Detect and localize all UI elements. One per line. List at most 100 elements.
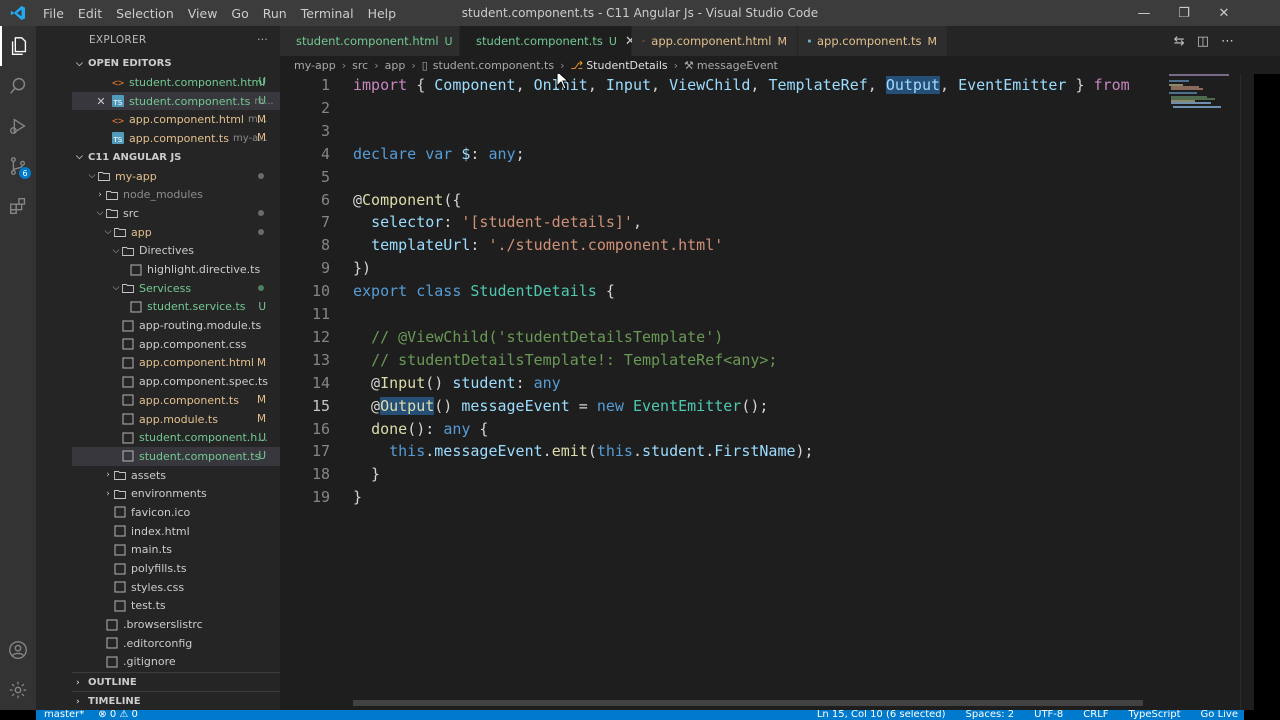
code-editor[interactable]: 1 import { Component, OnInit, Input, View… [280,74,1165,710]
breadcrumb-item[interactable]: messageEvent [697,59,778,72]
menu-edit[interactable]: Edit [71,6,109,21]
tree-file[interactable]: app.module.ts M [72,410,280,429]
tree-file[interactable]: app.component.css [72,335,280,354]
manage-gear-icon[interactable] [0,670,36,710]
open-editor-item[interactable]: TS app.component.ts my-a... M [72,129,280,148]
breadcrumb-item[interactable]: app [385,59,406,72]
tree-file[interactable]: styles.css [72,578,280,597]
chevron-down-icon: ⌵ [104,227,112,238]
minimize-icon[interactable]: — [1124,0,1164,26]
tree-file[interactable]: highlight.directive.ts [72,260,280,279]
tree-item-name: styles.css [131,580,185,594]
open-editor-item[interactable]: <> student.component.html U [72,73,280,92]
scroll-thumb[interactable] [353,700,1143,706]
tree-folder[interactable]: › assets [72,466,280,485]
menu-selection[interactable]: Selection [109,6,181,21]
tree-folder[interactable]: ⌵ src [72,204,280,223]
go-live-button[interactable]: Go Live [1201,710,1238,720]
tree-item-name: app.component.ts [139,393,239,407]
tree-folder[interactable]: ⌵ app [72,223,280,242]
menu-terminal[interactable]: Terminal [294,6,361,21]
timeline-section[interactable]: › TIMELINE [72,691,280,710]
chevron-down-icon: ⌵ [96,208,104,219]
tree-file[interactable]: app-routing.module.ts [72,316,280,335]
line-number: 13 [311,350,330,369]
horizontal-scrollbar[interactable] [353,700,1165,708]
tab-app-component-ts[interactable]: TS app.component.ts M [798,26,948,56]
tab-app-component-html[interactable]: <> app.component.html M [632,26,798,56]
more-actions-icon[interactable]: ⋯ [1221,34,1234,49]
split-editor-icon[interactable]: ◫ [1197,34,1209,49]
compare-changes-icon[interactable]: ⇆ [1174,34,1185,49]
run-debug-icon[interactable] [0,106,36,146]
git-status: M [256,132,266,145]
open-editors-header[interactable]: ⌵ OPEN EDITORS [72,54,280,73]
ts-file-icon [122,394,134,406]
close-window-icon[interactable]: ✕ [1204,0,1244,26]
tree-file[interactable]: main.ts [72,541,280,560]
outline-section[interactable]: › OUTLINE [72,672,280,692]
restore-icon[interactable]: ❐ [1164,0,1204,26]
open-editor-item[interactable]: ✕ TS student.component.ts m... U [72,91,280,111]
explorer-icon[interactable] [0,26,36,66]
tree-file[interactable]: favicon.ico [72,503,280,522]
tree-file[interactable]: index.html [72,522,280,541]
explorer-title: EXPLORER [89,34,147,46]
open-editor-item[interactable]: <> app.component.html m... M [72,110,280,129]
tree-file[interactable]: polyfills.ts [72,559,280,578]
tree-file[interactable]: app.component.html M [72,354,280,373]
encoding[interactable]: UTF-8 [1034,710,1063,720]
close-editor-icon[interactable]: ✕ [94,95,108,108]
tree-folder[interactable]: › environments [72,484,280,503]
search-icon[interactable] [0,66,36,106]
code-line: 5 [280,166,1165,189]
tree-file[interactable]: app.component.spec.ts [72,372,280,391]
menu-help[interactable]: Help [361,6,404,21]
cursor-position[interactable]: Ln 15, Col 10 (6 selected) [817,710,946,720]
branch-indicator[interactable]: master* [44,710,84,720]
menu-file[interactable]: File [36,6,71,21]
tree-folder[interactable]: ⌵ my-app [72,167,280,186]
breadcrumb-item[interactable]: src [352,59,368,72]
workspace-header[interactable]: ⌵ C11 ANGULAR JS [72,148,280,167]
minimap[interactable] [1165,74,1240,710]
editor-actions: ⇆ ◫ ⋯ [1174,26,1244,56]
modified-dot-icon [258,210,264,217]
tree-file[interactable]: test.ts [72,597,280,616]
vertical-scrollbar[interactable] [1240,74,1254,710]
tree-file[interactable]: .editorconfig [72,634,280,653]
problems-indicator[interactable]: ⊗ 0 ⚠ 0 [98,710,138,720]
breadcrumb-item[interactable]: student.component.ts [433,59,554,72]
tree-file[interactable]: student.component.ts U [72,447,280,466]
window-controls: — ❐ ✕ [1124,0,1244,26]
code-line: 11 [280,303,1165,326]
line-code: templateUrl: './student.component.html' [371,236,724,255]
code-line: 7 selector: '[student-details]', [280,211,1165,234]
source-control-icon[interactable]: 6 [0,146,36,186]
breadcrumb-item[interactable]: StudentDetails [586,59,667,72]
tab-student-component-html[interactable]: <> student.component.html U [280,26,460,56]
extensions-icon[interactable] [0,186,36,226]
tree-item-name: app-routing.module.ts [139,319,262,333]
tab-student-component-ts[interactable]: TS student.component.ts U ✕ [460,26,636,56]
ts-file-icon [122,376,134,388]
tree-file[interactable]: .gitignore [72,653,280,672]
menu-run[interactable]: Run [256,6,294,21]
tree-folder[interactable]: ⌵ Servicess [72,279,280,298]
tree-file[interactable]: student.component.h... U [72,428,280,447]
line-ending[interactable]: CRLF [1083,710,1108,720]
tree-file[interactable]: app.component.ts M [72,391,280,410]
indentation[interactable]: Spaces: 2 [966,710,1015,720]
breadcrumb-item[interactable]: my-app [294,59,336,72]
tree-file[interactable]: student.service.ts U [72,298,280,317]
tree-file[interactable]: .browserslistrc [72,615,280,634]
menu-go[interactable]: Go [224,6,255,21]
accounts-icon[interactable] [0,630,36,670]
more-actions-icon[interactable]: ··· [257,34,268,46]
tree-folder[interactable]: › node_modules [72,185,280,204]
language-mode[interactable]: TypeScript [1129,710,1181,720]
tree-folder[interactable]: ⌵ Directives [72,242,280,261]
line-number: 12 [311,327,330,346]
menu-view[interactable]: View [181,6,225,21]
line-number: 9 [320,259,330,278]
